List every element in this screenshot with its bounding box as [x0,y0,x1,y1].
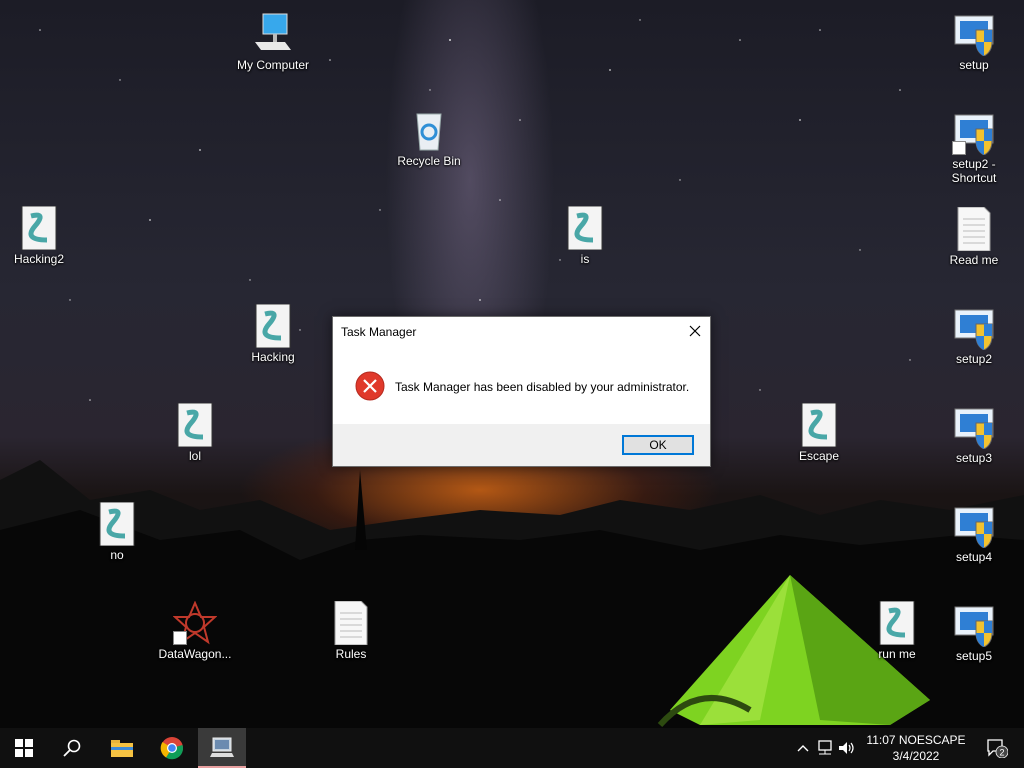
system-tool-icon [210,737,234,757]
network-icon [818,740,832,755]
dialog-message: Task Manager has been disabled by your a… [395,380,690,394]
rules-label: Rules [335,647,367,661]
chrome-button[interactable] [148,728,196,768]
setup-installer-icon[interactable]: setup [936,12,1012,72]
volume-button[interactable] [838,740,856,756]
hacking2-script-icon[interactable]: Hacking2 [1,206,77,266]
run-me-label: run me [878,647,916,661]
dialog-footer: OK [333,424,710,466]
error-icon [355,371,385,401]
shortcut-arrow-icon [952,141,966,155]
datawagon-label: DataWagon... [158,647,232,661]
setup2-installer-icon[interactable]: setup2 [936,306,1012,366]
is-script-icon[interactable]: is [547,206,623,266]
read-me-label: Read me [949,253,999,267]
setup5-label: setup5 [955,649,993,663]
file-explorer-button[interactable] [98,728,146,768]
read-me-document-icon[interactable]: Read me [936,207,1012,267]
recycle-bin-icon[interactable]: Recycle Bin [391,108,467,168]
setup2-label: setup2 [955,352,993,366]
system-tray: 11:07 NOESCAPE 3/4/2022 2 [794,728,1024,768]
start-button[interactable] [0,728,48,768]
file-explorer-icon [111,740,133,757]
chrome-icon [160,737,184,760]
clock[interactable]: 11:07 NOESCAPE 3/4/2022 [866,732,966,764]
action-center-button[interactable]: 2 [986,738,1009,763]
search-button[interactable] [48,728,96,768]
dialog-title: Task Manager [341,325,417,339]
shortcut-arrow-icon [173,631,187,645]
setup-label: setup [959,58,989,72]
run-me-script-icon[interactable]: run me [859,601,935,661]
lol-label: lol [188,449,201,463]
network-button[interactable] [816,740,834,756]
escape-script-icon[interactable]: Escape [781,403,857,463]
task-manager-error-dialog: Task Manager Task Manager has been disab… [332,316,711,467]
my-computer-icon[interactable]: My Computer [235,12,311,72]
system-tool-taskbar-button[interactable] [198,728,246,768]
setup4-label: setup4 [955,550,993,564]
hacking2-label: Hacking2 [13,252,65,266]
setup5-installer-icon[interactable]: setup5 [936,603,1012,663]
close-icon [689,325,701,337]
datawagon-shortcut-icon[interactable]: DataWagon... [157,601,233,661]
is-label: is [580,252,590,266]
setup4-installer-icon[interactable]: setup4 [936,504,1012,564]
volume-icon [839,742,854,754]
setup3-installer-icon[interactable]: setup3 [936,405,1012,465]
hacking-label: Hacking [251,350,295,364]
chevron-up-icon [797,745,809,752]
setup2-shortcut-label-line1: setup2 - [952,157,996,171]
my-computer-label: My Computer [236,58,310,72]
setup2-shortcut-label-line2: Shortcut [951,171,997,185]
notification-count: 2 [999,748,1004,758]
taskbar: 11:07 NOESCAPE 3/4/2022 2 [0,728,1024,768]
start-icon [15,739,33,757]
show-hidden-icons-button[interactable] [794,740,812,756]
notification-icon: 2 [987,739,1009,759]
rules-document-icon[interactable]: Rules [313,601,389,661]
ok-button[interactable]: OK [622,435,694,455]
escape-label: Escape [798,449,840,463]
close-button[interactable] [680,317,710,345]
desktop: My Computer Recycle Bin Hacking2 is Hack… [0,0,1024,728]
setup2-shortcut-icon[interactable]: setup2 - Shortcut [936,111,1012,185]
no-script-icon[interactable]: no [79,502,155,562]
lol-script-icon[interactable]: lol [157,403,233,463]
hacking-script-icon[interactable]: Hacking [235,304,311,364]
search-icon [63,739,81,757]
recycle-bin-label: Recycle Bin [397,154,461,168]
clock-time: 11:07 NOESCAPE [866,733,966,747]
no-label: no [110,548,124,562]
setup3-label: setup3 [955,451,993,465]
clock-date: 3/4/2022 [892,749,940,763]
